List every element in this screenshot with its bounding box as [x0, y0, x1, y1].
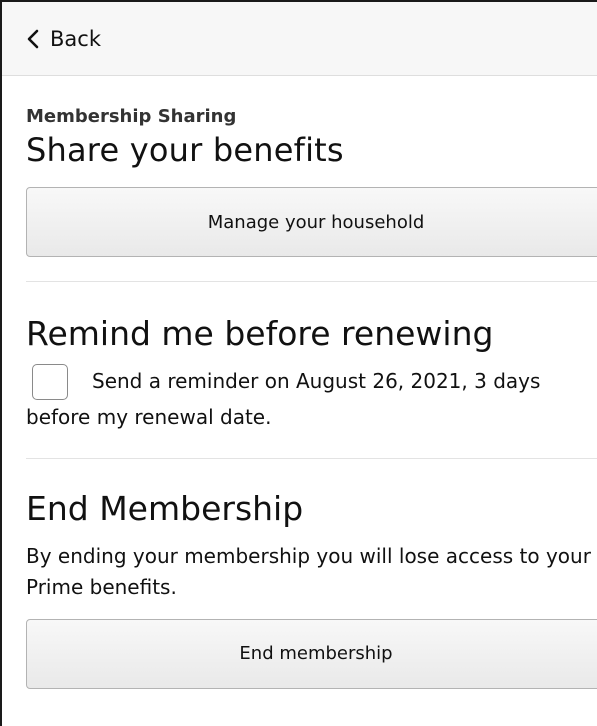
end-membership-heading: End Membership [26, 488, 304, 528]
membership-sharing-eyebrow: Membership Sharing [26, 106, 237, 127]
reminder-checkbox[interactable] [32, 363, 68, 400]
chevron-left-icon [26, 28, 42, 50]
page-content: Membership Sharing Share your benefits M… [2, 106, 597, 689]
end-membership-button[interactable]: End membership [26, 618, 597, 689]
reminder-text-line1: Send a reminder on August 26, 2021, 3 da… [92, 368, 541, 393]
end-membership-description: By ending your membership you will lose … [26, 543, 591, 599]
section-divider [26, 457, 597, 459]
top-bar: Back [2, 2, 597, 76]
reminder-text-line2: before my renewal date. [26, 404, 272, 429]
manage-household-button[interactable]: Manage your household [26, 187, 597, 258]
back-label: Back [50, 26, 101, 51]
remind-heading: Remind me before renewing [26, 314, 494, 354]
app-frame: Back Membership Sharing Share your benef… [0, 0, 597, 726]
back-button[interactable]: Back [26, 27, 101, 51]
reminder-row: Send a reminder on August 26, 2021, 3 da… [26, 363, 597, 400]
section-divider [26, 281, 597, 283]
share-benefits-heading: Share your benefits [26, 131, 344, 169]
